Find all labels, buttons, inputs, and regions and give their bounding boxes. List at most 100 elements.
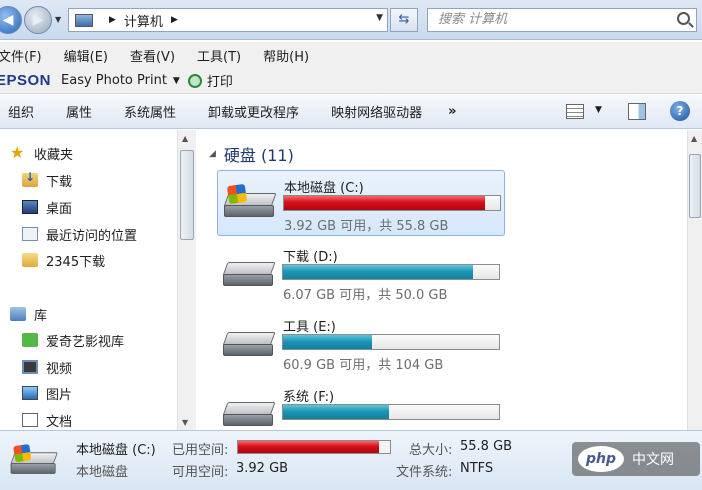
document-icon — [22, 413, 38, 427]
menu-file[interactable]: 文件(F) — [0, 46, 42, 65]
details-free-label: 可用空间: — [172, 465, 229, 480]
menu-tools[interactable]: 工具(T) — [197, 46, 241, 65]
drive-usage-bar — [282, 334, 500, 350]
epson-toolbar: EPSON Easy Photo Print ▼ 打印 — [0, 68, 702, 94]
organize-button[interactable]: 组织 — [8, 102, 34, 121]
nav-item-2345-downloads[interactable]: 2345下载 — [22, 249, 105, 271]
watermark-site: 中文网 — [632, 452, 674, 468]
library-icon — [10, 307, 26, 321]
arrow-right-icon: ▶ — [32, 12, 44, 28]
details-total-label: 总大小: — [409, 443, 453, 458]
easy-photo-print-button[interactable]: Easy Photo Print — [61, 73, 167, 88]
drive-tile[interactable]: 本地磁盘 (C:) 3.92 GB 可用，共 55.8 GB — [217, 170, 505, 236]
details-total-value: 55.8 GB — [460, 439, 513, 454]
details-fs-value: NTFS — [460, 461, 494, 476]
nav-scroll-thumb[interactable] — [180, 150, 194, 240]
system-properties-button[interactable]: 系统属性 — [124, 102, 176, 121]
forward-button[interactable]: ▶ — [24, 6, 52, 34]
chevron-down-icon[interactable]: ▼ — [173, 76, 180, 86]
properties-button[interactable]: 属性 — [66, 102, 92, 121]
menu-bar: 文件(F) 编辑(E) 查看(V) 工具(T) 帮助(H) — [0, 42, 702, 68]
video-icon — [22, 360, 38, 374]
change-view-icon[interactable] — [566, 104, 584, 119]
chevron-right-icon[interactable]: ▶ — [171, 15, 178, 25]
drive-name: 工具 (E:) — [283, 320, 336, 335]
refresh-icon: ⇆ — [398, 12, 410, 27]
drive-name: 下载 (D:) — [283, 250, 338, 265]
scroll-up-icon[interactable]: ▲ — [182, 134, 188, 143]
navigation-pane: ★ 收藏夹 下载 桌面 最近访问的位置 2345下载 库 爱奇艺影视库 视频 图… — [0, 130, 196, 430]
drive-tile[interactable]: 下载 (D:) 6.07 GB 可用，共 50.0 GB — [217, 240, 505, 306]
address-location[interactable]: 计算机 — [124, 11, 163, 30]
nav-favorites[interactable]: ★ 收藏夹 — [10, 142, 73, 164]
map-network-drive-button[interactable]: 映射网络驱动器 — [331, 102, 422, 121]
drive-icon — [223, 183, 277, 219]
nav-item-desktop[interactable]: 桌面 — [22, 196, 72, 218]
details-drive-name: 本地磁盘 (C:) — [76, 443, 156, 458]
nav-item-documents[interactable]: 文档 — [22, 409, 72, 430]
nav-item-pictures[interactable]: 图片 — [22, 382, 72, 404]
drive-icon — [10, 444, 58, 475]
content-pane: ◢ 硬盘 (11) 本地磁盘 (C:) 3.92 GB 可用，共 55.8 GB 下… — [197, 130, 687, 430]
recent-pages-dropdown[interactable]: ▼ — [55, 15, 61, 24]
menu-edit[interactable]: 编辑(E) — [64, 46, 108, 65]
arrow-left-icon: ◀ — [2, 12, 14, 28]
drive-free-space: 3.92 GB 可用，共 55.8 GB — [284, 219, 449, 234]
scroll-down-icon[interactable]: ▼ — [182, 418, 188, 427]
scroll-up-icon[interactable]: ▲ — [691, 134, 697, 143]
address-field[interactable]: ▶ 计算机 ▶ ▼ — [68, 8, 388, 32]
chevron-down-icon[interactable]: ▼ — [595, 105, 602, 115]
drive-name: 系统 (F:) — [283, 390, 335, 405]
drive-icon — [222, 262, 276, 288]
drive-free-space: 60.9 GB 可用，共 104 GB — [283, 358, 444, 373]
content-scroll-thumb[interactable] — [689, 154, 701, 218]
menu-help[interactable]: 帮助(H) — [263, 46, 309, 65]
nav-libraries[interactable]: 库 — [10, 303, 47, 325]
refresh-button[interactable]: ⇆ — [390, 8, 418, 32]
collapse-icon[interactable]: ◢ — [209, 149, 216, 159]
chevron-down-icon[interactable]: ▼ — [376, 13, 383, 23]
star-icon: ★ — [10, 143, 25, 162]
menu-view[interactable]: 查看(V) — [130, 46, 175, 65]
nav-scrollbar[interactable]: ▲ ▼ — [177, 130, 196, 430]
php-logo: php — [578, 446, 624, 472]
download-folder-icon — [22, 170, 38, 187]
search-icon[interactable] — [677, 12, 690, 25]
details-used-label: 已用空间: — [172, 443, 229, 458]
drive-icon — [222, 402, 276, 428]
search-placeholder: 搜索 计算机 — [438, 12, 508, 27]
details-fs-label: 文件系统: — [396, 465, 453, 480]
drive-tile[interactable]: 工具 (E:) 60.9 GB 可用，共 104 GB — [217, 310, 505, 376]
drive-free-space: 6.07 GB 可用，共 50.0 GB — [283, 288, 448, 303]
iqiyi-icon — [22, 333, 38, 347]
drive-usage-bar — [282, 264, 500, 280]
more-commands-button[interactable]: » — [448, 104, 456, 119]
nav-item-recent-places[interactable]: 最近访问的位置 — [22, 223, 137, 245]
group-header-hard-disks[interactable]: ◢ 硬盘 (11) — [209, 142, 294, 166]
chevron-right-icon[interactable]: ▶ — [109, 15, 116, 25]
uninstall-program-button[interactable]: 卸载或更改程序 — [208, 102, 299, 121]
preview-pane-icon[interactable] — [628, 103, 646, 120]
drive-icon — [222, 332, 276, 358]
nav-item-downloads[interactable]: 下载 — [22, 169, 72, 191]
desktop-icon — [22, 200, 38, 214]
watermark: php 中文网 — [572, 442, 700, 476]
details-usage-bar — [237, 440, 391, 454]
pictures-icon — [22, 386, 38, 400]
back-button[interactable]: ◀ — [0, 6, 22, 34]
nav-item-iqiyi-library[interactable]: 爱奇艺影视库 — [22, 329, 124, 351]
print-icon[interactable] — [187, 73, 202, 88]
recent-places-icon — [22, 227, 38, 241]
computer-icon — [75, 13, 93, 27]
drive-name: 本地磁盘 (C:) — [284, 181, 364, 196]
details-free-value: 3.92 GB — [236, 461, 289, 476]
search-input[interactable]: 搜索 计算机 — [427, 8, 697, 32]
content-scrollbar[interactable]: ▲ — [687, 130, 702, 430]
command-toolbar: 组织 属性 系统属性 卸载或更改程序 映射网络驱动器 » ▼ ? — [0, 95, 702, 129]
help-icon[interactable]: ? — [670, 101, 690, 121]
folder-icon — [22, 253, 38, 267]
print-button[interactable]: 打印 — [207, 71, 233, 90]
nav-item-videos[interactable]: 视频 — [22, 356, 72, 378]
address-bar: ◀ ▶ ▼ ▶ 计算机 ▶ ▼ ⇆ 搜索 计算机 — [0, 0, 702, 40]
details-drive-type: 本地磁盘 — [76, 465, 129, 480]
